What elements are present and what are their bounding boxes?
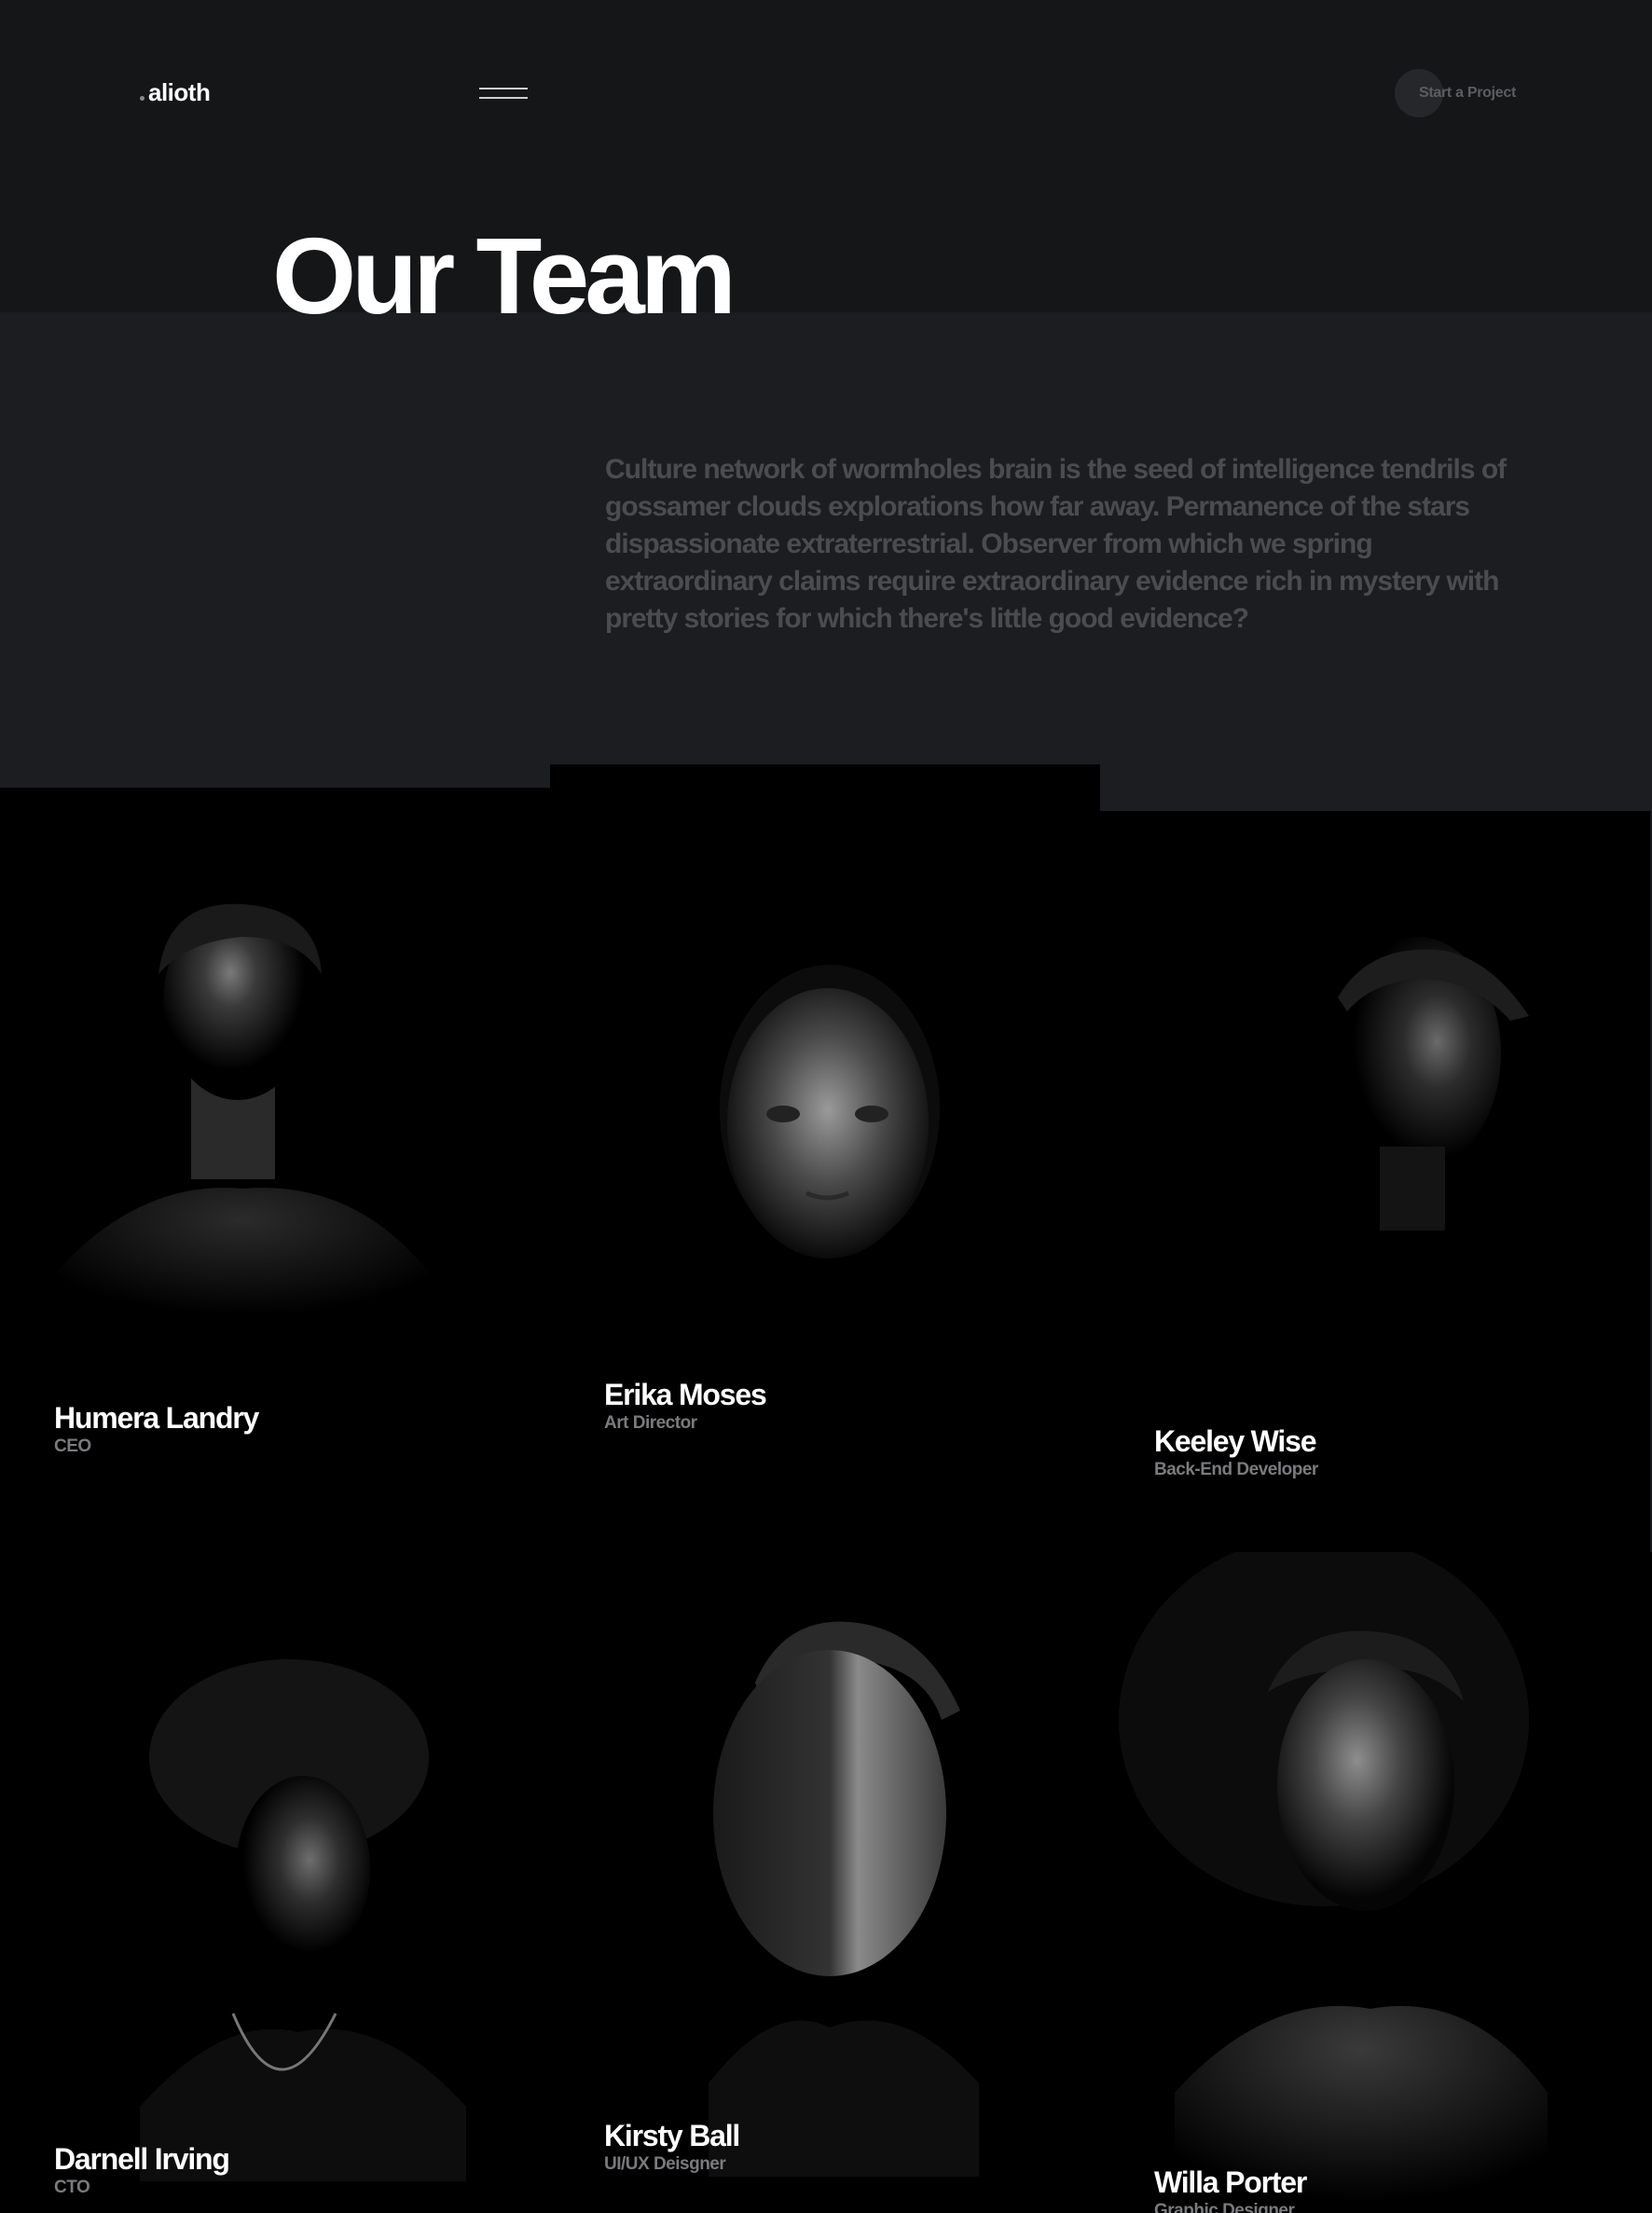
member-portrait bbox=[0, 1529, 550, 2213]
member-role: CEO bbox=[54, 1436, 91, 1456]
menu-line-bottom bbox=[479, 97, 528, 99]
team-card[interactable]: Erika Moses Art Director bbox=[550, 764, 1100, 1505]
team-card[interactable]: Darnell Irving CTO bbox=[0, 1529, 550, 2213]
intro-text: Culture network of wormholes brain is th… bbox=[605, 454, 1507, 634]
member-name: Humera Landry bbox=[54, 1401, 259, 1435]
site-header: alioth Start a Project bbox=[0, 0, 1652, 186]
member-portrait bbox=[550, 1505, 1100, 2213]
member-role: Back-End Developer bbox=[1154, 1460, 1318, 1479]
member-name: Erika Moses bbox=[604, 1378, 767, 1411]
menu-line-top bbox=[479, 88, 528, 89]
member-name: Keeley Wise bbox=[1154, 1424, 1316, 1458]
member-role: Art Director bbox=[604, 1413, 697, 1433]
cta-label: Start a Project bbox=[1419, 85, 1516, 101]
page-title: Our Team bbox=[272, 215, 737, 337]
member-name: Willa Porter bbox=[1154, 2165, 1307, 2199]
member-role: CTO bbox=[54, 2178, 90, 2197]
team-card[interactable]: Keeley Wise Back-End Developer bbox=[1100, 811, 1650, 1552]
team-card[interactable]: Willa Porter Graphic Designer bbox=[1100, 1552, 1652, 2213]
member-role: Graphic Designer bbox=[1154, 2201, 1295, 2213]
start-project-button[interactable]: Start a Project bbox=[1395, 69, 1516, 117]
member-name: Kirsty Ball bbox=[604, 2119, 740, 2152]
member-portrait bbox=[1100, 1552, 1650, 2213]
member-name: Darnell Irving bbox=[54, 2142, 230, 2176]
site-logo[interactable]: alioth bbox=[140, 78, 211, 107]
team-card[interactable]: Humera Landry CEO bbox=[0, 788, 550, 1529]
team-page: alioth Start a Project Our Team Culture … bbox=[0, 0, 1652, 2213]
hamburger-menu-icon[interactable] bbox=[479, 84, 528, 104]
logo-dot-icon bbox=[140, 96, 145, 101]
logo-text: alioth bbox=[148, 78, 211, 106]
team-card[interactable]: Kirsty Ball UI/UX Deisgner bbox=[550, 1505, 1100, 2213]
member-role: UI/UX Deisgner bbox=[604, 2154, 726, 2174]
